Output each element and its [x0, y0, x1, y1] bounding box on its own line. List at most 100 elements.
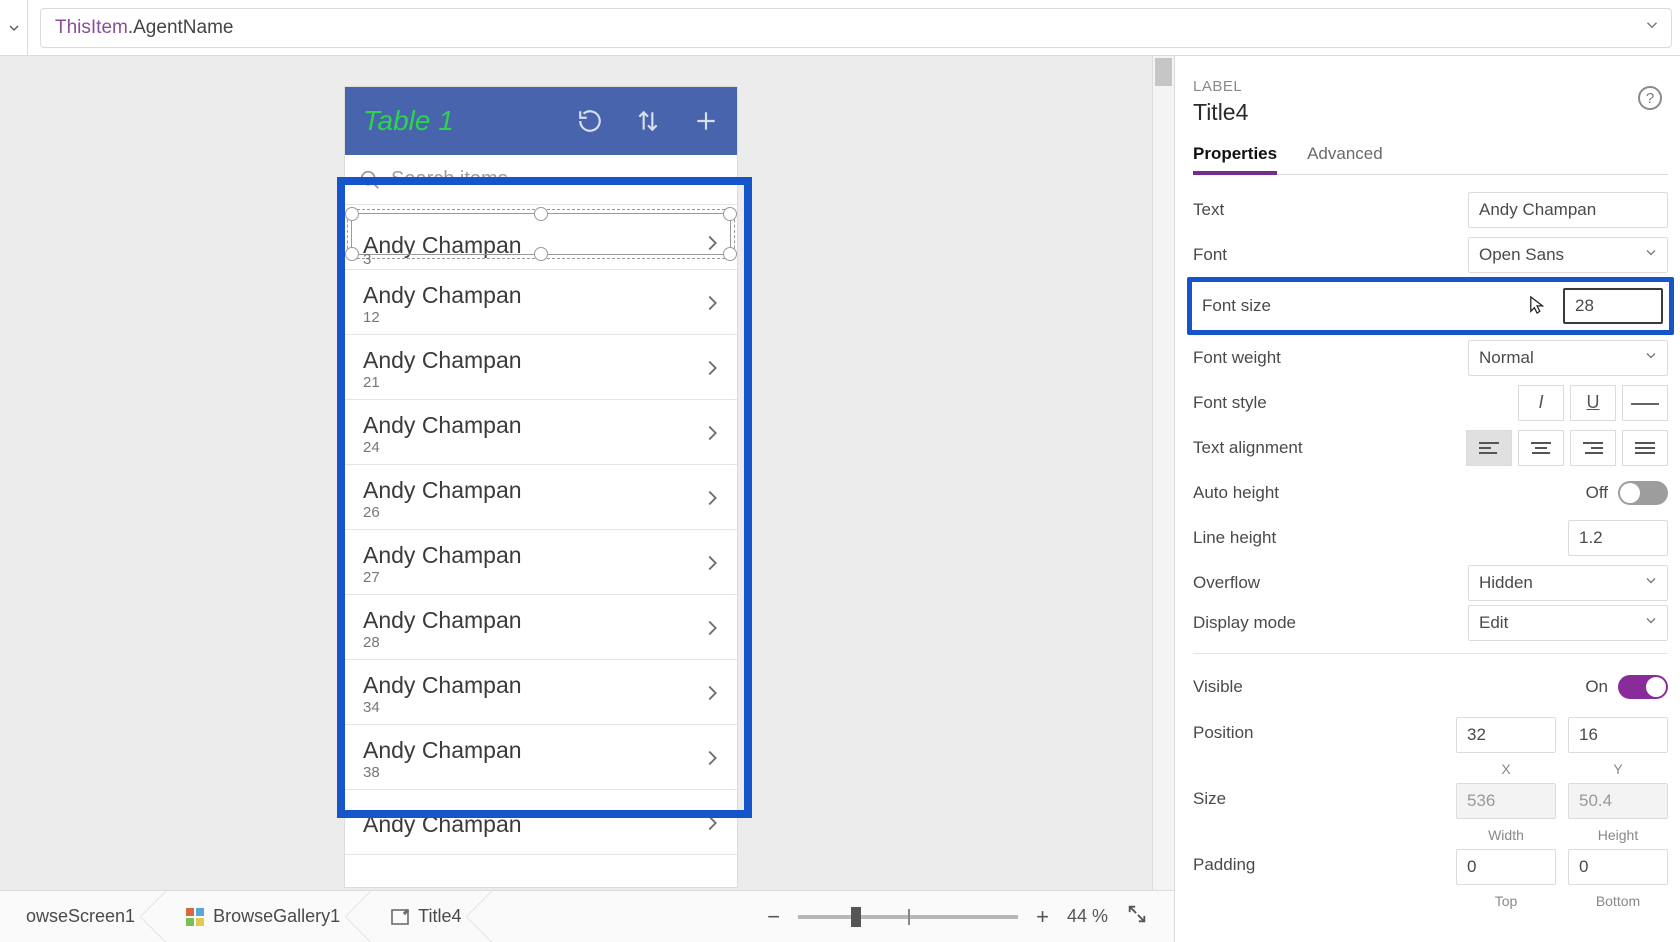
design-canvas[interactable]: Table 1 Search items — [0, 56, 1174, 890]
auto-height-toggle[interactable] — [1618, 481, 1668, 505]
font-size-input[interactable]: 28 — [1563, 288, 1663, 324]
chevron-right-icon[interactable] — [701, 812, 723, 839]
prop-position: Position 32X 16Y — [1193, 709, 1668, 777]
breadcrumb-title[interactable]: Title4 — [372, 891, 479, 942]
prop-auto-height: Auto height Off — [1193, 470, 1668, 515]
prop-overflow: Overflow Hidden — [1193, 560, 1668, 605]
align-justify-button[interactable] — [1622, 430, 1668, 466]
align-center-button[interactable] — [1518, 430, 1564, 466]
font-select[interactable]: Open Sans — [1468, 237, 1668, 273]
text-value-input[interactable]: Andy Champan — [1468, 192, 1668, 228]
preview-title: Table 1 — [363, 105, 545, 137]
gallery-row[interactable]: Andy Champan27 — [345, 530, 737, 595]
visible-toggle[interactable] — [1618, 675, 1668, 699]
line-height-input[interactable]: 1.2 — [1568, 520, 1668, 556]
prop-padding: Padding 0Top 0Bottom — [1193, 843, 1668, 909]
display-mode-select[interactable]: Edit — [1468, 605, 1668, 641]
gallery-row[interactable]: Andy Champan12 — [345, 270, 737, 335]
prop-font-style: Font style I U — [1193, 380, 1668, 425]
formula-input[interactable]: ThisItem.AgentName — [40, 8, 1672, 48]
row-title: Andy Champan — [363, 234, 701, 257]
zoom-controls: − + 44 % — [767, 903, 1166, 930]
gallery-row[interactable]: Andy Champan24 — [345, 400, 737, 465]
size-height-input[interactable]: 50.4 — [1568, 783, 1668, 819]
underline-button[interactable]: U — [1570, 385, 1616, 421]
preview-search[interactable]: Search items — [345, 155, 737, 205]
search-placeholder: Search items — [391, 168, 508, 191]
gallery-row[interactable]: Andy Champan34 — [345, 660, 737, 725]
main-area: Table 1 Search items — [0, 56, 1680, 890]
cursor-pointer-icon — [1529, 295, 1549, 317]
chevron-right-icon[interactable] — [701, 487, 723, 514]
canvas-scrollbar-thumb[interactable] — [1155, 58, 1172, 86]
gallery-row[interactable]: Andy Champan26 — [345, 465, 737, 530]
formula-expand-icon[interactable] — [1643, 16, 1661, 40]
align-left-button[interactable] — [1466, 430, 1512, 466]
search-icon — [359, 169, 381, 191]
prop-display-mode: Display mode Edit — [1193, 605, 1668, 654]
help-icon[interactable]: ? — [1638, 86, 1662, 110]
padding-top-input[interactable]: 0 — [1456, 849, 1556, 885]
gallery-row[interactable]: Andy Champan21 — [345, 335, 737, 400]
chevron-right-icon[interactable] — [701, 747, 723, 774]
panel-tabs: Properties Advanced — [1193, 144, 1668, 175]
gallery-row-selected[interactable]: Andy Champan 3 — [345, 205, 737, 270]
prop-font-weight: Font weight Normal — [1193, 335, 1668, 380]
padding-bottom-input[interactable]: 0 — [1568, 849, 1668, 885]
tab-properties[interactable]: Properties — [1193, 144, 1277, 170]
preview-gallery: Andy Champan 3 Andy Champan12 Andy Champ… — [345, 205, 737, 887]
label-icon — [390, 907, 410, 927]
gallery-icon — [185, 907, 205, 927]
refresh-icon[interactable] — [577, 108, 603, 134]
breadcrumb-screen[interactable]: owseScreen1 — [8, 891, 153, 942]
prop-visible: Visible On — [1193, 664, 1668, 709]
zoom-percent: 44 % — [1067, 906, 1108, 927]
zoom-slider[interactable] — [798, 915, 1018, 919]
breadcrumb-gallery[interactable]: BrowseGallery1 — [167, 891, 358, 942]
position-x-input[interactable]: 32 — [1456, 717, 1556, 753]
strikethrough-button[interactable] — [1622, 385, 1668, 421]
control-type-label: LABEL — [1193, 78, 1668, 95]
formula-token-plain: .AgentName — [128, 17, 234, 39]
formula-token-object: ThisItem — [55, 17, 128, 39]
align-right-button[interactable] — [1570, 430, 1616, 466]
zoom-in-button[interactable]: + — [1036, 904, 1049, 930]
formula-collapse-left[interactable] — [0, 0, 28, 55]
size-width-input[interactable]: 536 — [1456, 783, 1556, 819]
chevron-right-icon[interactable] — [701, 357, 723, 384]
zoom-out-button[interactable]: − — [767, 904, 780, 930]
row-subtitle: 3 — [363, 251, 371, 268]
prop-line-height: Line height 1.2 — [1193, 515, 1668, 560]
formula-bar: ThisItem.AgentName — [0, 0, 1680, 56]
fit-screen-icon[interactable] — [1126, 903, 1148, 930]
prop-text-align: Text alignment — [1193, 425, 1668, 470]
prop-text: Text Andy Champan — [1193, 187, 1668, 232]
chevron-right-icon[interactable] — [701, 617, 723, 644]
chevron-right-icon[interactable] — [701, 682, 723, 709]
chevron-right-icon[interactable] — [701, 232, 723, 259]
gallery-row[interactable]: Andy Champan38 — [345, 725, 737, 790]
chevron-right-icon[interactable] — [701, 552, 723, 579]
chevron-down-icon — [1643, 613, 1659, 634]
gallery-row[interactable]: Andy Champan28 — [345, 595, 737, 660]
chevron-down-icon — [1643, 572, 1659, 593]
breadcrumb-bar: owseScreen1 BrowseGallery1 Title4 − + 44… — [0, 890, 1174, 942]
gallery-row[interactable]: Andy Champan — [345, 790, 737, 855]
prop-font: Font Open Sans — [1193, 232, 1668, 277]
chevron-down-icon — [1643, 244, 1659, 265]
canvas-scrollbar[interactable] — [1152, 56, 1174, 890]
chevron-right-icon[interactable] — [701, 422, 723, 449]
italic-button[interactable]: I — [1518, 385, 1564, 421]
font-weight-select[interactable]: Normal — [1468, 340, 1668, 376]
overflow-select[interactable]: Hidden — [1468, 565, 1668, 601]
sort-icon[interactable] — [635, 108, 661, 134]
preview-header: Table 1 — [345, 87, 737, 155]
position-y-input[interactable]: 16 — [1568, 717, 1668, 753]
properties-panel: LABEL Title4 ? Properties Advanced Text … — [1174, 56, 1680, 942]
prop-font-size: Font size 28 — [1187, 277, 1674, 335]
chevron-right-icon[interactable] — [701, 292, 723, 319]
prop-size: Size 536Width 50.4Height — [1193, 777, 1668, 843]
control-name: Title4 — [1193, 99, 1668, 126]
add-icon[interactable] — [693, 108, 719, 134]
tab-advanced[interactable]: Advanced — [1307, 144, 1383, 170]
